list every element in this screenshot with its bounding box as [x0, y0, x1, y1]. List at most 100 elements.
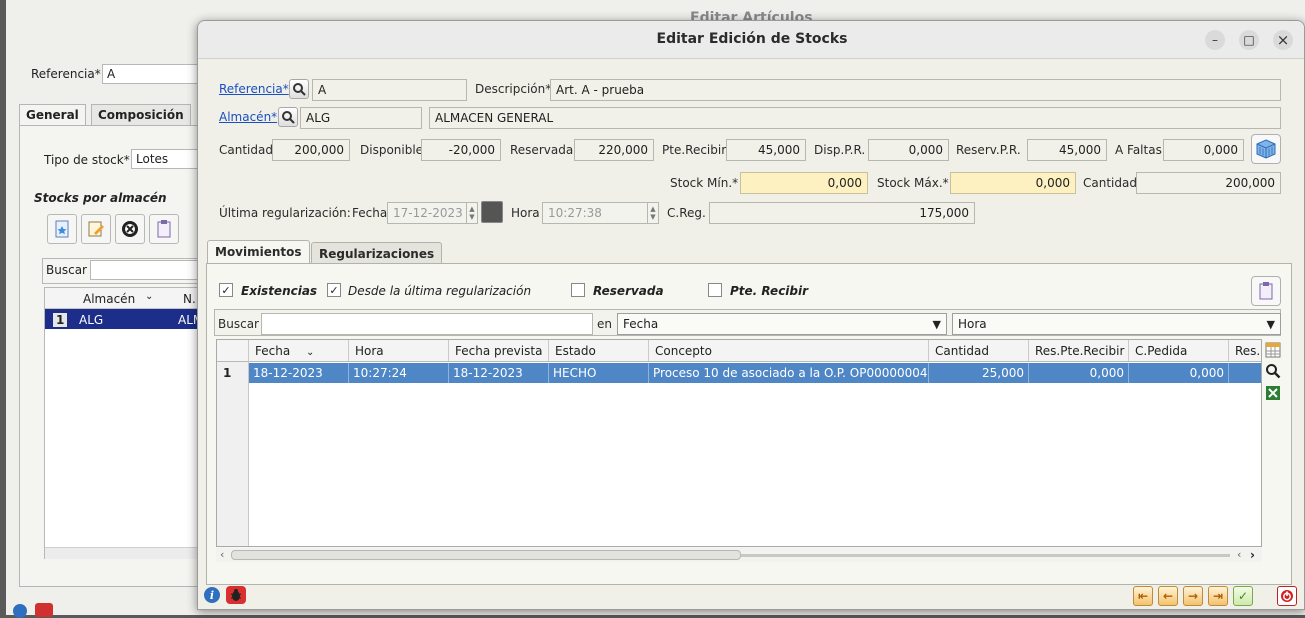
bg-referencia-label: Referencia*: [31, 67, 101, 81]
stock-min-label: Stock Mín.*: [670, 176, 739, 190]
desde-regularizacion-checkbox[interactable]: ✓: [327, 283, 341, 297]
bg-info-icon[interactable]: [13, 604, 27, 618]
cell-fecha[interactable]: 18-12-2023: [249, 363, 349, 383]
bg-stocks-section-title: Stocks por almacén: [34, 191, 167, 205]
cell-res-pte-recibir[interactable]: 0,000: [1029, 363, 1129, 383]
exit-button[interactable]: [1277, 586, 1297, 606]
grid-en-label: en: [597, 317, 612, 331]
cantidad-label: Cantidad: [219, 143, 273, 157]
bg-delete-button[interactable]: [115, 214, 145, 244]
cell-hora[interactable]: 10:27:24: [349, 363, 449, 383]
reservada-checkbox[interactable]: [571, 283, 585, 297]
search-icon: [293, 83, 306, 96]
checkmark-icon: ✓: [1237, 589, 1249, 603]
accept-button[interactable]: ✓: [1233, 586, 1253, 606]
grid-search-button[interactable]: [1264, 362, 1282, 380]
col-header-concepto[interactable]: Concepto: [649, 340, 929, 362]
referencia-field[interactable]: A: [312, 79, 467, 101]
arrow-left-icon: ←: [1162, 589, 1174, 603]
bg-tab-general[interactable]: General: [19, 104, 86, 126]
stock-max-field[interactable]: 0,000: [950, 172, 1076, 194]
scroll-left-small-icon[interactable]: ‹: [1237, 548, 1241, 561]
cell-concepto[interactable]: Proceso 10 de asociado a la O.P. OP00000…: [649, 363, 929, 383]
bg-grid-header-n[interactable]: N.: [183, 292, 196, 306]
previous-record-button[interactable]: ←: [1158, 586, 1178, 606]
search-field-select-2[interactable]: Hora ▼: [952, 313, 1281, 335]
maximize-button[interactable]: □: [1239, 30, 1259, 50]
bug-icon: [230, 589, 242, 601]
cell-fecha-prevista[interactable]: 18-12-2023: [449, 363, 549, 383]
search-field-select-2-value: Hora: [958, 317, 987, 331]
creg-label: C.Reg.: [667, 206, 706, 220]
scrollbar-track: [741, 554, 1230, 557]
bg-referencia-field[interactable]: A: [102, 64, 202, 84]
grid-buscar-input[interactable]: [261, 313, 593, 335]
first-record-button[interactable]: ⇤: [1133, 586, 1153, 606]
bg-tipo-stock-label: Tipo de stock*: [44, 153, 130, 167]
almacen-search-button[interactable]: [278, 107, 298, 127]
info-icon[interactable]: i: [204, 587, 220, 603]
col-header-hora[interactable]: Hora: [349, 340, 449, 362]
cantidad2-label: Cantidad: [1083, 176, 1137, 190]
grid-buscar-label: Buscar: [218, 317, 259, 331]
col-header-res-pte-recibir[interactable]: Res.Pte.Recibir: [1029, 340, 1129, 362]
bg-tipo-stock-select[interactable]: Lotes: [131, 149, 201, 169]
cell-res[interactable]: [1229, 363, 1261, 383]
col-header-res[interactable]: Res.: [1229, 340, 1261, 362]
reservada-label: Reservada: [510, 143, 574, 157]
col-header-fecha-prevista[interactable]: Fecha prevista: [449, 340, 549, 362]
reserv-pr-label: Reserv.P.R.: [956, 143, 1021, 157]
minimize-button[interactable]: –: [1205, 30, 1225, 50]
calendar-button[interactable]: [481, 201, 503, 223]
bg-grid-scrollbar[interactable]: [45, 547, 201, 559]
pte-recibir-checkbox[interactable]: [708, 283, 722, 297]
almacen-link[interactable]: Almacén*: [219, 110, 277, 124]
clipboard-icon: [157, 220, 171, 238]
existencias-label: Existencias: [241, 284, 318, 298]
edit-document-icon: [88, 221, 104, 237]
grid-corner-header: [217, 340, 249, 362]
stock-grid-button[interactable]: [1251, 134, 1281, 164]
col-header-cantidad[interactable]: Cantidad: [929, 340, 1029, 362]
referencia-search-button[interactable]: [289, 79, 309, 99]
close-button[interactable]: ×: [1273, 30, 1293, 50]
last-record-button[interactable]: ⇥: [1208, 586, 1228, 606]
cell-estado[interactable]: HECHO: [549, 363, 649, 383]
col-header-fecha[interactable]: Fecha ⌄: [249, 340, 349, 362]
bg-clipboard-button[interactable]: [149, 214, 179, 244]
export-clipboard-button[interactable]: [1251, 276, 1281, 306]
creg-field: 175,000: [709, 202, 975, 224]
existencias-checkbox[interactable]: ✓: [219, 283, 233, 297]
descripcion-field[interactable]: Art. A - prueba: [550, 79, 1281, 101]
export-excel-button[interactable]: [1264, 384, 1282, 402]
next-record-button[interactable]: →: [1183, 586, 1203, 606]
referencia-link[interactable]: Referencia*: [219, 82, 289, 96]
search-field-select-1[interactable]: Fecha ▼: [617, 313, 947, 335]
cell-cantidad[interactable]: 25,000: [929, 363, 1029, 383]
bug-report-button[interactable]: [226, 586, 246, 604]
disponible-label: Disponible: [360, 143, 424, 157]
bg-buscar-input[interactable]: [90, 260, 200, 280]
scroll-left-icon[interactable]: ‹: [220, 548, 224, 561]
bg-grid-header-almacen[interactable]: Almacén: [83, 292, 135, 306]
bg-edit-button[interactable]: [81, 214, 111, 244]
reg-fecha-label: Fecha: [352, 206, 388, 220]
cell-c-pedida[interactable]: 0,000: [1129, 363, 1229, 383]
bg-grid-row-number: 1: [53, 313, 68, 327]
search-field-select-1-value: Fecha: [623, 317, 659, 331]
movimientos-grid: Fecha ⌄ Hora Fecha prevista Estado Conce…: [216, 339, 1262, 547]
scroll-right-icon[interactable]: ›: [1250, 548, 1255, 562]
grid-config-button[interactable]: [1264, 341, 1282, 359]
scrollbar-thumb[interactable]: [231, 550, 741, 560]
disp-pr-field: 0,000: [868, 139, 949, 161]
bg-new-button[interactable]: [47, 214, 77, 244]
bg-tab-composicion[interactable]: Composición: [91, 104, 191, 126]
col-header-estado[interactable]: Estado: [549, 340, 649, 362]
sort-chevron-down-icon: ⌄: [306, 347, 315, 358]
col-header-c-pedida[interactable]: C.Pedida: [1129, 340, 1229, 362]
stock-min-field[interactable]: 0,000: [740, 172, 868, 194]
last-record-icon: ⇥: [1212, 589, 1224, 603]
a-faltas-field: 0,000: [1163, 139, 1244, 161]
almacen-code-field[interactable]: ALG: [300, 107, 422, 129]
reg-hora-label: Hora: [511, 206, 540, 220]
